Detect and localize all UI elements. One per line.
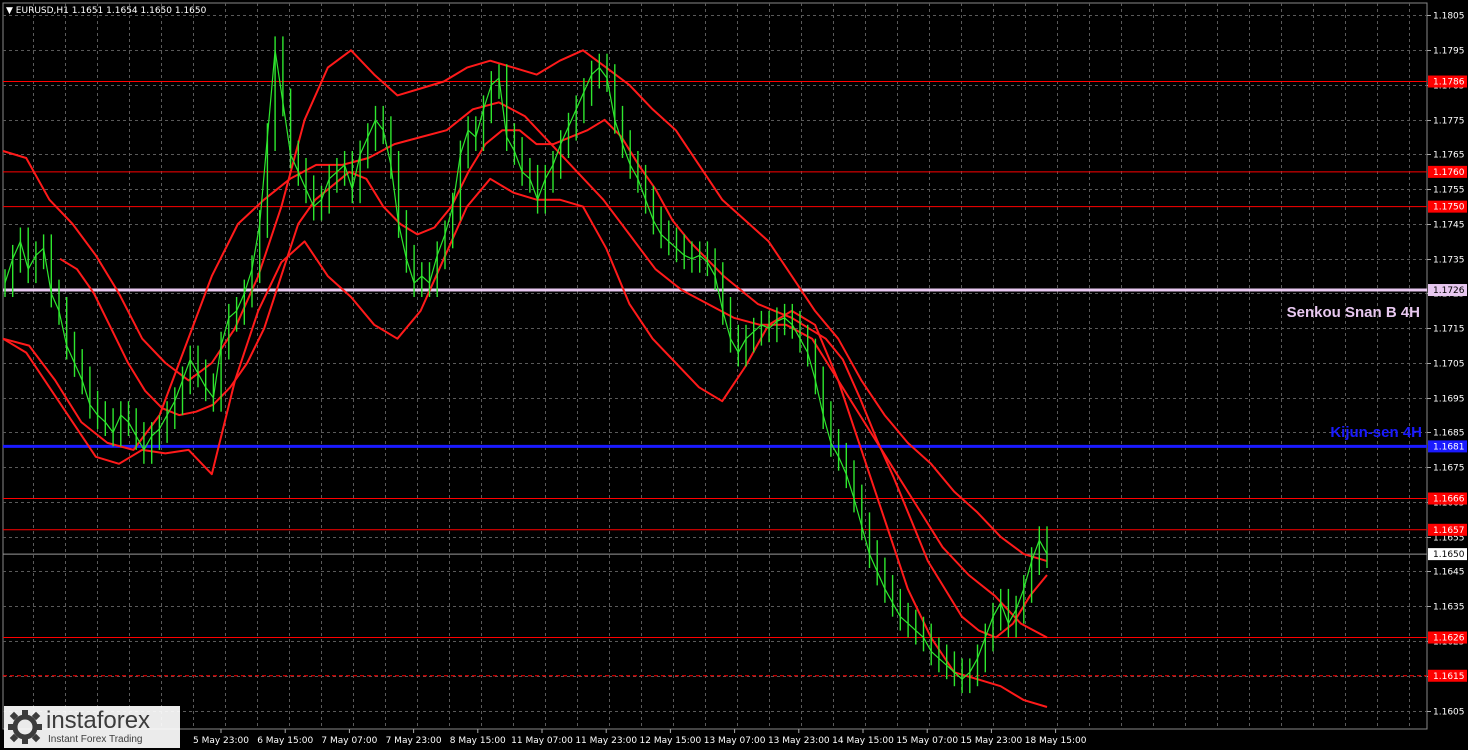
ohlc-readout: 1.1651 1.1654 1.1650 1.1650 [72,6,207,16]
y-tick-label: 1.1635 [1433,603,1465,613]
collapse-triangle-icon[interactable]: ▼ [6,6,16,16]
x-tick-label: 8 May 15:00 [450,736,506,746]
watermark-name: instaforex [46,707,151,734]
y-tick-label: 1.1675 [1433,464,1465,474]
x-tick-label: 13 May 23:00 [768,736,830,746]
senkou-span-b-tag-label: 1.1726 [1433,286,1465,296]
symbol-label: EURUSD,H1 [16,6,69,16]
level-tag-label: 1.1666 [1433,495,1465,505]
x-tick-label: 14 May 15:00 [832,736,894,746]
x-tick-label: 11 May 07:00 [511,736,573,746]
y-tick-label: 1.1765 [1433,151,1465,161]
x-tick-label: 6 May 15:00 [257,736,313,746]
level-tag-label: 1.1760 [1433,168,1465,178]
price-chart: 1.18051.17951.17851.17751.17651.17551.17… [0,0,1468,750]
level-tag-label: 1.1615 [1433,672,1465,682]
x-tick-label: 18 May 15:00 [1025,736,1087,746]
level-tag-label: 1.1750 [1433,203,1465,213]
x-tick-label: 11 May 23:00 [575,736,637,746]
y-tick-label: 1.1795 [1433,47,1465,57]
y-tick-label: 1.1745 [1433,221,1465,231]
instaforex-watermark: instaforex Instant Forex Trading [4,706,180,748]
level-tag-label: 1.1626 [1433,634,1465,644]
x-tick-label: 5 May 23:00 [193,736,249,746]
kijun-sen-label: Kijun-sen 4H [1330,424,1422,441]
level-tag-label: 1.1657 [1433,526,1465,536]
x-tick-label: 15 May 23:00 [961,736,1023,746]
y-tick-label: 1.1775 [1433,117,1465,127]
y-tick-label: 1.1805 [1433,12,1465,22]
x-tick-label: 7 May 07:00 [321,736,377,746]
current-price-tag-label: 1.1650 [1433,550,1465,560]
level-tag-label: 1.1786 [1433,78,1465,88]
y-tick-label: 1.1715 [1433,325,1465,335]
y-tick-label: 1.1755 [1433,186,1465,196]
instaforex-logo-icon [8,710,42,744]
watermark-tagline: Instant Forex Trading [48,734,143,745]
y-tick-label: 1.1695 [1433,395,1465,405]
x-tick-label: 7 May 23:00 [386,736,442,746]
kijun-sen-tag-label: 1.1681 [1433,442,1465,452]
y-tick-label: 1.1735 [1433,256,1465,266]
senkou-span-b-label: Senkou Snan B 4H [1287,304,1420,321]
y-tick-label: 1.1705 [1433,360,1465,370]
y-tick-label: 1.1685 [1433,429,1465,439]
y-tick-label: 1.1645 [1433,568,1465,578]
x-tick-label: 15 May 07:00 [896,736,958,746]
x-tick-label: 13 May 07:00 [704,736,766,746]
y-tick-label: 1.1605 [1433,708,1465,718]
chart-title: ▼ EURUSD,H1 1.1651 1.1654 1.1650 1.1650 [6,6,207,16]
x-tick-label: 12 May 15:00 [640,736,702,746]
